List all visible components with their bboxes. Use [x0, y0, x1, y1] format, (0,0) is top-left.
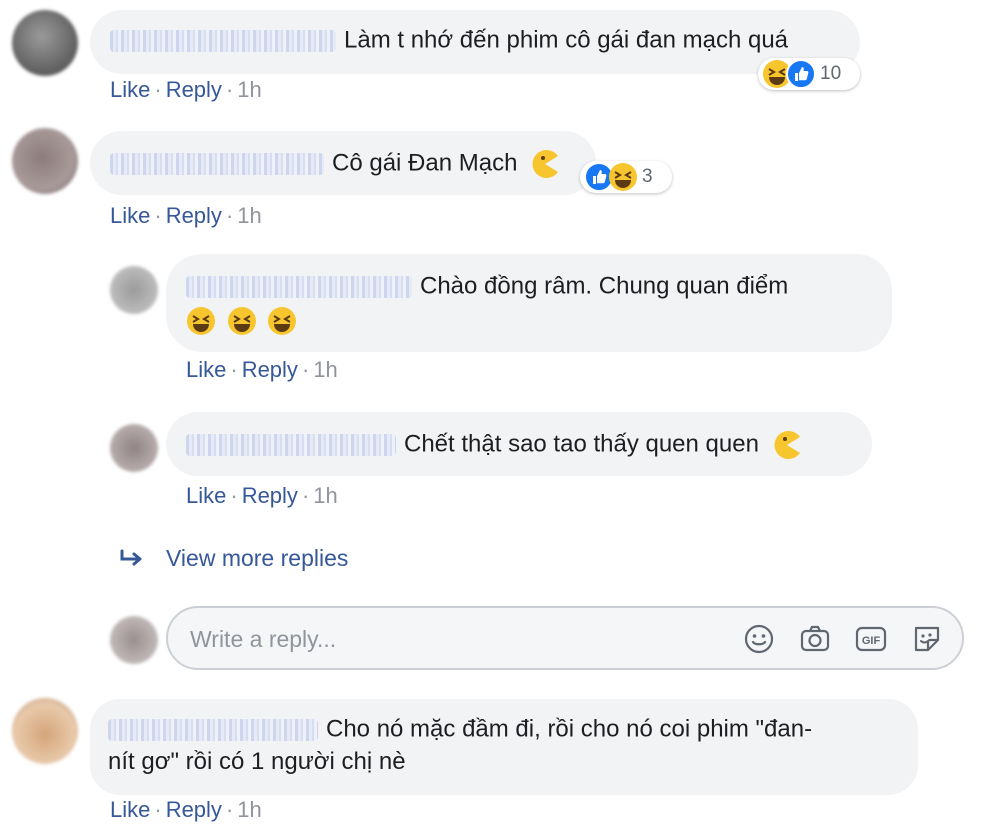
- sticker-icon[interactable]: [910, 622, 944, 656]
- avatar[interactable]: [12, 128, 78, 194]
- reply-arrow-icon: [120, 549, 142, 565]
- reply-input[interactable]: [188, 618, 712, 660]
- separator: ·: [154, 797, 162, 822]
- separator: ·: [230, 357, 238, 382]
- separator: ·: [225, 77, 234, 102]
- comment-text: Làm t nhớ đến phim cô gái đan mạch quá: [344, 26, 789, 54]
- separator: ·: [301, 357, 310, 382]
- emoji-row: [186, 305, 297, 337]
- pacman-emoji-icon: [532, 149, 559, 178]
- reply-link[interactable]: Reply: [242, 357, 298, 382]
- reply-actions: Like · Reply · 1h: [186, 357, 338, 383]
- reply-text: Chết thật sao tao thấy quen quen: [404, 430, 759, 458]
- comment-text: nít gơ" rồi có 1 người chị nè: [108, 747, 406, 775]
- reply-link[interactable]: Reply: [166, 203, 222, 228]
- avatar[interactable]: [110, 424, 158, 472]
- like-link[interactable]: Like: [110, 77, 150, 102]
- reaction-count: 3: [642, 166, 653, 187]
- author-name[interactable]: [108, 718, 318, 741]
- haha-emoji-icon: [227, 307, 256, 336]
- timestamp[interactable]: 1h: [237, 203, 261, 228]
- separator: ·: [154, 77, 162, 102]
- like-link[interactable]: Like: [186, 357, 226, 382]
- reaction-count: 10: [820, 63, 842, 84]
- like-link[interactable]: Like: [186, 483, 226, 508]
- separator: ·: [301, 483, 310, 508]
- comment-actions: Like · Reply · 1h: [110, 797, 262, 823]
- avatar[interactable]: [110, 266, 158, 314]
- like-link[interactable]: Like: [110, 203, 150, 228]
- smile-icon[interactable]: [742, 622, 776, 656]
- haha-emoji-icon: [609, 163, 637, 191]
- camera-icon[interactable]: [798, 622, 832, 656]
- reply-composer[interactable]: GIF: [166, 606, 964, 670]
- author-name[interactable]: [110, 29, 336, 52]
- reply-text: Chào đồng râm. Chung quan điểm: [420, 272, 789, 300]
- separator: ·: [154, 203, 162, 228]
- comment-bubble: Làm t nhớ đến phim cô gái đan mạch quá: [90, 10, 860, 74]
- avatar[interactable]: [12, 10, 78, 76]
- like-link[interactable]: Like: [110, 797, 150, 822]
- separator: ·: [225, 203, 234, 228]
- avatar[interactable]: [110, 616, 158, 664]
- reply-link[interactable]: Reply: [166, 77, 222, 102]
- comment-bubble: Cho nó mặc đầm đi, rồi cho nó coi phim "…: [90, 699, 918, 795]
- timestamp[interactable]: 1h: [237, 77, 261, 102]
- separator: ·: [225, 797, 234, 822]
- comment-bubble: Cô gái Đan Mạch: [90, 131, 596, 195]
- haha-emoji-icon: [187, 307, 215, 336]
- timestamp[interactable]: 1h: [313, 483, 337, 508]
- reaction-summary[interactable]: 10: [758, 58, 860, 90]
- svg-text:GIF: GIF: [862, 635, 881, 647]
- comment-text: Cho nó mặc đầm đi, rồi cho nó coi phim "…: [326, 715, 813, 743]
- pacman-emoji-icon: [774, 430, 800, 459]
- view-more-replies[interactable]: View more replies: [118, 545, 348, 572]
- reply-link[interactable]: Reply: [242, 483, 298, 508]
- reply-bubble: Chào đồng râm. Chung quan điểm: [166, 254, 892, 352]
- like-emoji-icon: [786, 59, 816, 89]
- avatar[interactable]: [12, 698, 78, 764]
- separator: ·: [230, 483, 238, 508]
- author-name[interactable]: [110, 152, 324, 175]
- reply-link[interactable]: Reply: [166, 797, 222, 822]
- reply-actions: Like · Reply · 1h: [186, 483, 338, 509]
- timestamp[interactable]: 1h: [313, 357, 337, 382]
- timestamp[interactable]: 1h: [237, 797, 261, 822]
- author-name[interactable]: [186, 275, 412, 298]
- comment-actions: Like · Reply · 1h: [110, 77, 262, 103]
- comment-actions: Like · Reply · 1h: [110, 203, 262, 229]
- comment-text: Cô gái Đan Mạch: [332, 149, 518, 177]
- author-name[interactable]: [186, 433, 396, 456]
- gif-icon[interactable]: GIF: [854, 622, 888, 656]
- haha-emoji-icon: [268, 307, 297, 336]
- view-more-label: View more replies: [166, 545, 349, 571]
- reply-bubble: Chết thật sao tao thấy quen quen: [166, 412, 872, 476]
- reaction-summary[interactable]: 3: [580, 161, 672, 193]
